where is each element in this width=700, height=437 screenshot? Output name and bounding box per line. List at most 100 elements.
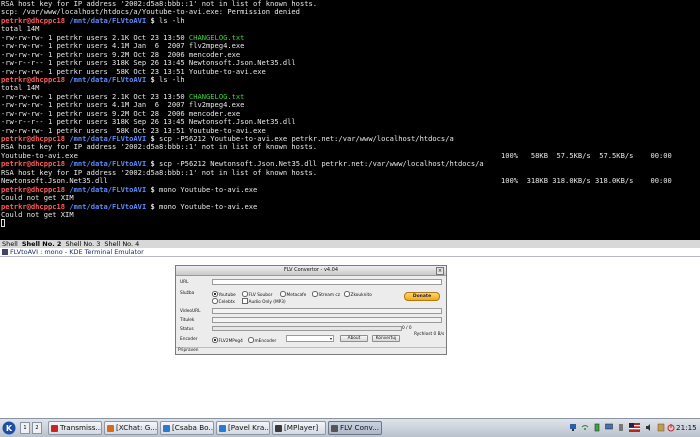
terminal-line: petrkr@dhcppc18 /mnt/data/FLVtoAVI $ ls … — [1, 15, 699, 25]
task-label: [MPlayer] — [284, 423, 319, 432]
shell-tab-2-label: Shell No. 2 — [21, 240, 62, 248]
task-label: [Pavel Kra... — [228, 423, 270, 432]
site-option-metacafe[interactable]: Metacafe — [280, 291, 306, 298]
volume-icon[interactable] — [645, 423, 653, 432]
task-label: [Csaba Bo... — [172, 423, 214, 432]
task-label: [XChat: G... — [116, 423, 158, 432]
task-button[interactable]: [MPlayer] — [272, 421, 326, 435]
wifi-icon[interactable] — [581, 423, 589, 432]
radio-stream-cz[interactable] — [312, 291, 318, 297]
task-button[interactable]: [Pavel Kra... — [216, 421, 270, 435]
terminal-app-icon — [2, 249, 8, 255]
radio-flv2mpeg4[interactable] — [212, 337, 218, 343]
site-option-label: Zkouknito — [350, 293, 372, 298]
progress-text: 0 / 0 — [402, 326, 412, 331]
speed-text: Rychlost 0 B/s — [414, 332, 445, 337]
task-app-icon — [219, 425, 226, 432]
encoder-option-flv2mpeg4[interactable]: FLV2MPeg4 — [212, 337, 243, 344]
prompt-path: /mnt/data/FLVtoAVI — [69, 201, 147, 211]
task-app-icon — [107, 425, 114, 432]
audio-only-checkbox[interactable] — [242, 298, 248, 304]
encoder-option-mencoder[interactable]: mEncoder — [248, 337, 276, 344]
site-option-label: Metacafe — [286, 293, 307, 298]
radio-youtube[interactable] — [212, 291, 218, 297]
desktop-switch-1[interactable]: 1 — [20, 422, 30, 434]
site-option-youtube[interactable]: Youtube — [212, 291, 236, 298]
task-button[interactable]: [Csaba Bo... — [160, 421, 214, 435]
site-option-label: Stream cz — [318, 293, 341, 298]
transfer-stats: 100% 58KB 57.5KB/s 57.5KB/s 00:00 — [501, 150, 672, 160]
radio-flv-soubor[interactable] — [242, 291, 248, 297]
shell-tab-3[interactable]: Shell No. 3 — [65, 240, 100, 248]
videourl-field[interactable] — [212, 308, 442, 314]
shell-tab-4[interactable]: Shell No. 4 — [104, 240, 139, 248]
encoder-option-label: FLV2MPeg4 — [218, 339, 243, 344]
flv-convertor-window: FLV Convertor - v4.04 × URL Služba Youtu… — [175, 265, 447, 355]
shell-tab-2[interactable]: Shell No. 2 — [22, 240, 62, 248]
battery-icon[interactable] — [593, 423, 601, 432]
file-name: Youtube-to-avi.exe — [188, 66, 266, 76]
radio-mencoder[interactable] — [248, 337, 254, 343]
site-option-celebtx[interactable]: Celebtx — [212, 298, 235, 305]
terminal-line: petrkr@dhcppc18 /mnt/data/FLVtoAVI $ mon… — [1, 201, 699, 211]
taskbar: K 1 2 Transmiss... [XChat: G... [Csaba Bo.… — [0, 418, 700, 437]
site-option-label: Celebtx — [218, 300, 235, 305]
encoder-options-dropdown[interactable]: ▾ — [286, 335, 334, 342]
task-app-icon — [163, 425, 170, 432]
encoder-label: Encoder — [180, 337, 198, 342]
shell-tab-bar: Shell Shell No. 2 Shell No. 3 Shell No. … — [0, 240, 700, 248]
klipper-icon[interactable] — [657, 423, 665, 432]
encoder-option-label: mEncoder — [254, 339, 277, 344]
terminal-title-bar[interactable]: FLVtoAVI : mono - KDE Terminal Emulator — [0, 248, 700, 257]
prompt-path: /mnt/data/FLVtoAVI — [69, 184, 147, 194]
task-button[interactable]: FLV Conv... — [328, 421, 382, 435]
terminal-line — [1, 219, 699, 228]
terminal-window-title: FLVtoAVI : mono - KDE Terminal Emulator — [10, 248, 144, 256]
power-icon[interactable] — [667, 423, 675, 432]
prompt-path: /mnt/data/FLVtoAVI — [69, 15, 147, 25]
monitor-icon[interactable] — [605, 423, 613, 432]
videourl-label: VideoURL — [180, 309, 201, 314]
system-tray — [565, 421, 675, 435]
task-app-icon — [51, 425, 58, 432]
site-option-stream-cz[interactable]: Stream cz — [312, 291, 340, 298]
radio-metacafe[interactable] — [280, 291, 286, 297]
site-option-flv-soubor[interactable]: FLV Soubor — [242, 291, 272, 298]
title-field[interactable] — [212, 317, 442, 323]
terminal-line: petrkr@dhcppc18 /mnt/data/FLVtoAVI $ mon… — [1, 184, 699, 194]
chevron-down-icon: ▾ — [329, 336, 332, 341]
clock[interactable]: 21:15 — [676, 421, 700, 435]
task-button[interactable]: [XChat: G... — [104, 421, 158, 435]
usb-icon[interactable] — [617, 423, 625, 432]
terminal-output[interactable]: RSA host key for IP address '2002:d5a8:b… — [1, 0, 699, 228]
about-button[interactable]: About — [340, 335, 368, 342]
shell-tab-1[interactable]: Shell — [2, 240, 18, 248]
radio-celebtx[interactable] — [212, 298, 218, 304]
task-button[interactable]: Transmiss... — [48, 421, 102, 435]
title-label: Titulek — [180, 318, 195, 323]
task-app-icon — [275, 425, 282, 432]
url-label: URL — [180, 280, 189, 285]
task-label: Transmiss... — [60, 423, 102, 432]
convert-button[interactable]: Konvertuj — [372, 335, 400, 342]
kde-menu-icon[interactable]: K — [2, 421, 16, 435]
prompt-command: mono Youtube-to-avi.exe — [154, 201, 258, 211]
donate-button[interactable]: Donate — [404, 292, 440, 301]
terminal-line: Could not get XIM — [1, 210, 699, 219]
terminal-window[interactable]: RSA host key for IP address '2002:d5a8:b… — [0, 0, 700, 240]
prompt-command: mono Youtube-to-avi.exe — [154, 184, 258, 194]
prompt-command: ls -lh — [154, 74, 185, 84]
flv-window-title: FLV Convertor - v4.04 — [283, 267, 339, 273]
desktop-switch-2[interactable]: 2 — [32, 422, 42, 434]
close-icon[interactable]: × — [436, 267, 444, 275]
radio-zkouknito[interactable] — [344, 291, 350, 297]
flag-us-icon[interactable] — [629, 423, 640, 432]
audio-only-option[interactable]: Audio Only (MP3) — [242, 298, 286, 305]
progress-bar — [212, 326, 402, 331]
flv-title-bar[interactable]: FLV Convertor - v4.04 × — [176, 266, 446, 276]
site-label: Služba — [180, 291, 195, 296]
site-option-zkouknito[interactable]: Zkouknito — [344, 291, 372, 298]
terminal-line: petrkr@dhcppc18 /mnt/data/FLVtoAVI $ ls … — [1, 74, 699, 84]
network-icon[interactable] — [569, 423, 577, 432]
url-input[interactable] — [212, 279, 442, 285]
